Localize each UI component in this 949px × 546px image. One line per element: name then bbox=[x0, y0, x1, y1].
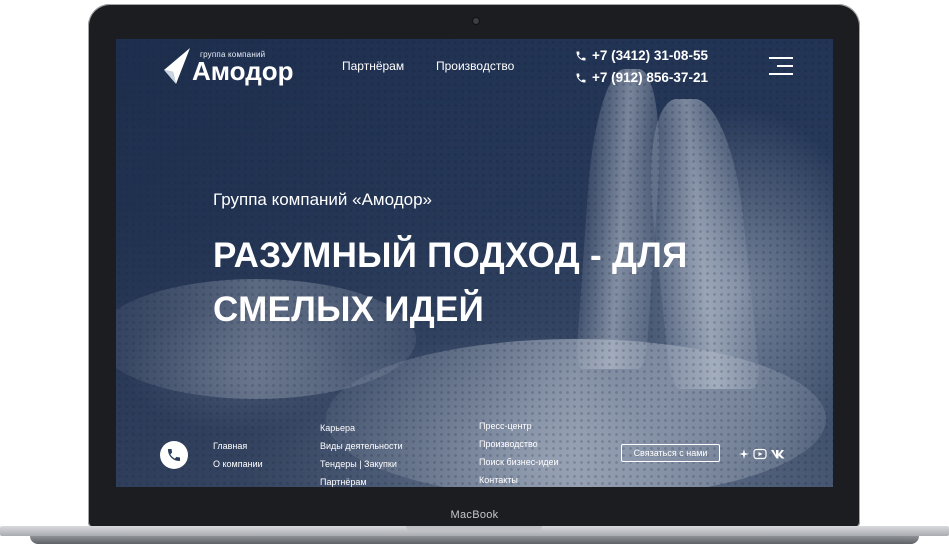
footer-link-career[interactable]: Карьера bbox=[320, 423, 355, 433]
logo-icon bbox=[164, 48, 190, 84]
phone-number-2[interactable]: +7 (912) 856-37-21 bbox=[575, 70, 708, 85]
footer-link-about[interactable]: О компании bbox=[213, 459, 263, 469]
logo-brand: Амодор bbox=[192, 55, 294, 86]
phone-icon bbox=[168, 449, 180, 461]
hero-headline: РАЗУМНЫЙ ПОДХОД - ДЛЯ СМЕЛЫХ ИДЕЙ bbox=[213, 229, 773, 337]
headline-line: РАЗУМНЫЙ ПОДХОД - ДЛЯ bbox=[213, 236, 688, 275]
footer-link-contacts[interactable]: Контакты bbox=[479, 475, 518, 485]
footer-link-tenders[interactable]: Тендеры | Закупки bbox=[320, 459, 397, 469]
call-button[interactable] bbox=[160, 441, 188, 469]
laptop-base bbox=[0, 526, 949, 546]
logo[interactable]: группа компаний Амодор bbox=[160, 46, 293, 86]
phone-text: +7 (912) 856-37-21 bbox=[592, 70, 708, 85]
nav-production[interactable]: Производство bbox=[436, 59, 514, 73]
contact-button[interactable]: Связаться с нами bbox=[621, 444, 720, 462]
burger-menu-icon[interactable] bbox=[769, 57, 793, 75]
phone-number-1[interactable]: +7 (3412) 31-08-55 bbox=[575, 48, 708, 63]
phone-icon bbox=[576, 51, 586, 60]
headline-line: СМЕЛЫХ ИДЕЙ bbox=[213, 290, 485, 329]
nav-partners[interactable]: Партнёрам bbox=[342, 59, 404, 73]
hero-subtitle: Группа компаний «Амодор» bbox=[213, 190, 432, 209]
screen: группа компаний Амодор Партнёрам Произво… bbox=[116, 39, 833, 487]
phone-text: +7 (3412) 31-08-55 bbox=[592, 48, 708, 63]
vk-icon[interactable] bbox=[770, 448, 788, 460]
phone-icon bbox=[576, 73, 586, 82]
footer-link-home[interactable]: Главная bbox=[213, 441, 247, 451]
footer-link-partners[interactable]: Партнёрам bbox=[320, 477, 367, 487]
sparkle-icon[interactable] bbox=[737, 448, 751, 460]
youtube-icon[interactable] bbox=[753, 448, 767, 460]
footer-link-production[interactable]: Производство bbox=[479, 439, 538, 449]
webcam bbox=[472, 17, 480, 25]
footer-link-press[interactable]: Пресс-центр bbox=[479, 421, 532, 431]
device-label: MacBook bbox=[450, 509, 499, 521]
footer-link-ideas[interactable]: Поиск бизнес-идеи bbox=[479, 457, 559, 467]
footer-link-activities[interactable]: Виды деятельности bbox=[320, 441, 403, 451]
